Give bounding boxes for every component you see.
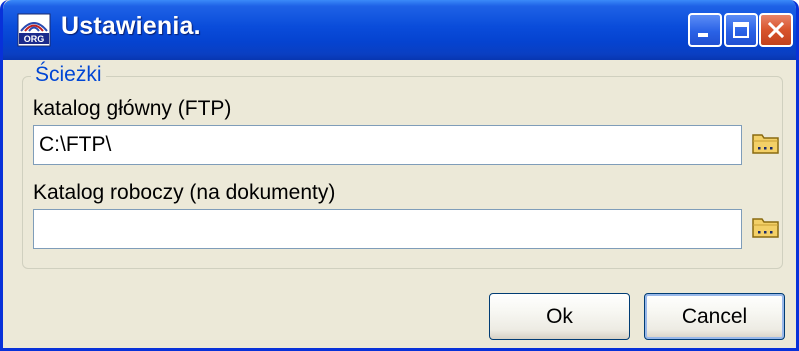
title-bar[interactable]: ORG Ustawienia.: [3, 0, 796, 60]
ok-button[interactable]: Ok: [489, 293, 630, 340]
root-dir-label: katalog główny (FTP): [33, 97, 232, 120]
minimize-icon: [698, 33, 708, 37]
settings-dialog: ORG Ustawienia. Ścieżki katalog główny (…: [0, 0, 799, 351]
cancel-button[interactable]: Cancel: [644, 293, 785, 340]
minimize-button[interactable]: [688, 13, 722, 47]
root-dir-browse-icon[interactable]: [751, 130, 781, 156]
work-dir-label: Katalog roboczy (na dokumenty): [33, 181, 336, 204]
root-dir-input[interactable]: [33, 125, 742, 165]
app-icon: ORG: [17, 13, 51, 47]
work-dir-input[interactable]: [33, 209, 742, 249]
svg-text:ORG: ORG: [24, 34, 45, 44]
close-button[interactable]: [759, 13, 793, 47]
paths-group-legend: Ścieżki: [31, 63, 106, 87]
work-dir-browse-icon[interactable]: [751, 214, 781, 240]
window-title: Ustawienia.: [61, 12, 201, 40]
maximize-button[interactable]: [724, 13, 758, 47]
maximize-icon: [733, 22, 749, 38]
close-icon: [767, 21, 785, 39]
